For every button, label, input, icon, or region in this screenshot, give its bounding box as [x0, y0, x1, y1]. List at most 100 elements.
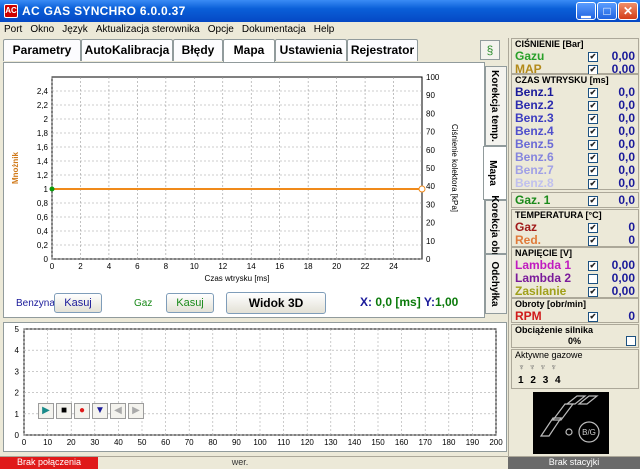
map-chart[interactable]: 0 2 4 6 8 10 12 14 16 18 20 22 2400,20,40,60,811,21,…	[4, 63, 486, 289]
temp-red-checkbox[interactable]: ✔	[588, 236, 598, 246]
lambda2-checkbox[interactable]	[588, 274, 598, 284]
benz6-checkbox[interactable]: ✔	[588, 153, 598, 163]
save-marker-button[interactable]: ▼	[92, 403, 108, 419]
benz8-checkbox[interactable]: ✔	[588, 179, 598, 189]
benz7-checkbox[interactable]: ✔	[588, 166, 598, 176]
benzyna-label: Benzyna	[16, 298, 55, 309]
tab-ustawienia[interactable]: Ustawienia	[275, 39, 347, 61]
y-tick-label: 3	[15, 367, 20, 376]
x-tick-label: 16	[275, 262, 284, 271]
y2-axis-label: Ciśnienie kolektora [kPa]	[450, 124, 459, 212]
play-button[interactable]: ▶	[38, 403, 54, 419]
y-tick-label: 5	[15, 325, 20, 334]
benz5-checkbox[interactable]: ✔	[588, 140, 598, 150]
x-tick-label: 10	[43, 438, 52, 447]
kasuj-benzyna-button[interactable]: Kasuj	[54, 293, 102, 313]
cisnienie-section: CIŚNIENIE [Bar] Gazu ✔ 0,00 MAP ✔ 0,00	[511, 38, 639, 76]
prev-button[interactable]: ◀	[110, 403, 126, 419]
lambda1-checkbox[interactable]: ✔	[588, 261, 598, 271]
x-label: X:	[360, 295, 372, 309]
benz2-checkbox[interactable]: ✔	[588, 101, 598, 111]
connect-icon-button[interactable]: §	[480, 40, 500, 60]
y-tick-label: 1,8	[37, 129, 49, 138]
menu-okno[interactable]: Okno	[26, 22, 58, 35]
obroty-section: Obroty [obr/min] RPM ✔ 0	[511, 298, 639, 323]
x-tick-label: 4	[107, 262, 112, 271]
x-tick-label: 190	[466, 438, 480, 447]
close-button[interactable]: ✕	[618, 2, 638, 20]
gaz1-checkbox[interactable]: ✔	[588, 196, 598, 206]
title-bar: AC AC GAS SYNCHRO 6.0.0.37 ▁ □ ✕	[0, 0, 640, 22]
maximize-button[interactable]: □	[597, 2, 617, 20]
x-tick-label: 6	[135, 262, 140, 271]
y-tick-label: 1,2	[37, 171, 49, 180]
obciazenie-checkbox[interactable]	[626, 336, 636, 346]
menu-aktualizacja[interactable]: Aktualizacja sterownika	[92, 22, 204, 35]
injector-1-label: 1	[518, 375, 524, 386]
tab-side-mapa[interactable]: Mapa	[483, 146, 507, 200]
gaz1-name: Gaz. 1	[515, 193, 551, 207]
zasilanie-name: Zasilanie	[515, 284, 567, 298]
zasilanie-value: 0,00	[611, 284, 635, 298]
benz1-checkbox[interactable]: ✔	[588, 88, 598, 98]
y-tick-label: 0	[44, 255, 49, 264]
plot-area	[51, 76, 423, 260]
benz3-checkbox[interactable]: ✔	[588, 114, 598, 124]
temp-gaz-checkbox[interactable]: ✔	[588, 223, 598, 233]
row-gaz1: Gaz. 1 ✔ 0,0	[512, 194, 638, 207]
window-title: AC GAS SYNCHRO 6.0.0.37	[22, 4, 186, 18]
tab-korekcja-temp[interactable]: Korekcja temp.	[485, 66, 507, 146]
tab-korekcja-obr[interactable]: Korekcja obr.	[485, 195, 507, 259]
y-axis-label: Mnożnik	[11, 151, 20, 184]
tab-parametry[interactable]: Parametry	[3, 39, 81, 61]
x-value: 0,0 [ms]	[375, 295, 421, 309]
x-tick-label: 170	[419, 438, 433, 447]
y-tick-label: 2,2	[37, 101, 49, 110]
recorder-chart[interactable]: 0 10 20 30 40 50 60 70 80 90 100 110 120 130 140 150 160…	[4, 323, 508, 453]
menu-port[interactable]: Port	[0, 22, 26, 35]
menu-help[interactable]: Help	[310, 22, 339, 35]
gaz1-value: 0,0	[618, 193, 635, 207]
tab-odchylka[interactable]: Odchyłka	[485, 254, 507, 314]
x-tick-label: 20	[332, 262, 341, 271]
stop-button[interactable]: ■	[56, 403, 72, 419]
x-tick-label: 150	[371, 438, 385, 447]
y-tick-label: 1	[15, 410, 20, 419]
obciazenie-section: Obciążenie silnika 0%	[511, 324, 639, 348]
rpm-checkbox[interactable]: ✔	[588, 312, 598, 322]
x-tick-label: 110	[277, 438, 290, 447]
x-tick-label: 50	[138, 438, 147, 447]
cursor-point	[49, 186, 55, 192]
gazu-checkbox[interactable]: ✔	[588, 52, 598, 62]
menu-opcje[interactable]: Opcje	[204, 22, 238, 35]
y2-tick-label: 60	[426, 146, 435, 155]
x-axis-label: Czas wtrysku [ms]	[205, 274, 270, 283]
next-button[interactable]: ▶	[128, 403, 144, 419]
y2-tick-label: 20	[426, 219, 435, 228]
connection-status: Brak połączenia	[0, 457, 98, 469]
tab-autokalibracja[interactable]: AutoKalibracja	[81, 39, 173, 61]
tab-mapa[interactable]: Mapa	[223, 39, 275, 63]
tab-bledy[interactable]: Błędy	[173, 39, 223, 61]
y2-tick-label: 80	[426, 109, 435, 118]
y2-tick-label: 100	[426, 73, 440, 82]
tab-rejestrator[interactable]: Rejestrator	[347, 39, 418, 61]
menu-jezyk[interactable]: Język	[58, 22, 92, 35]
widok-3d-button[interactable]: Widok 3D	[226, 292, 326, 314]
x-tick-label: 40	[114, 438, 123, 447]
temp-red-name: Red.	[515, 233, 542, 247]
y2-tick-label: 40	[426, 182, 435, 191]
record-button[interactable]: ●	[74, 403, 90, 419]
status-bar: Brak połączenia wer. Brak stacyjki	[0, 456, 640, 469]
y2-tick-label: 50	[426, 164, 435, 173]
x-tick-label: 22	[361, 262, 370, 271]
end-point	[418, 185, 426, 193]
x-tick-label: 90	[232, 438, 241, 447]
menu-dokumentacja[interactable]: Dokumentacja	[238, 22, 310, 35]
benz4-checkbox[interactable]: ✔	[588, 127, 598, 137]
kasuj-gaz-button[interactable]: Kasuj	[166, 293, 214, 313]
zasilanie-checkbox[interactable]: ✔	[588, 287, 598, 297]
minimize-button[interactable]: ▁	[576, 2, 596, 20]
row-zasilanie: Zasilanie ✔ 0,00	[512, 285, 638, 298]
rpm-name: RPM	[515, 309, 542, 323]
